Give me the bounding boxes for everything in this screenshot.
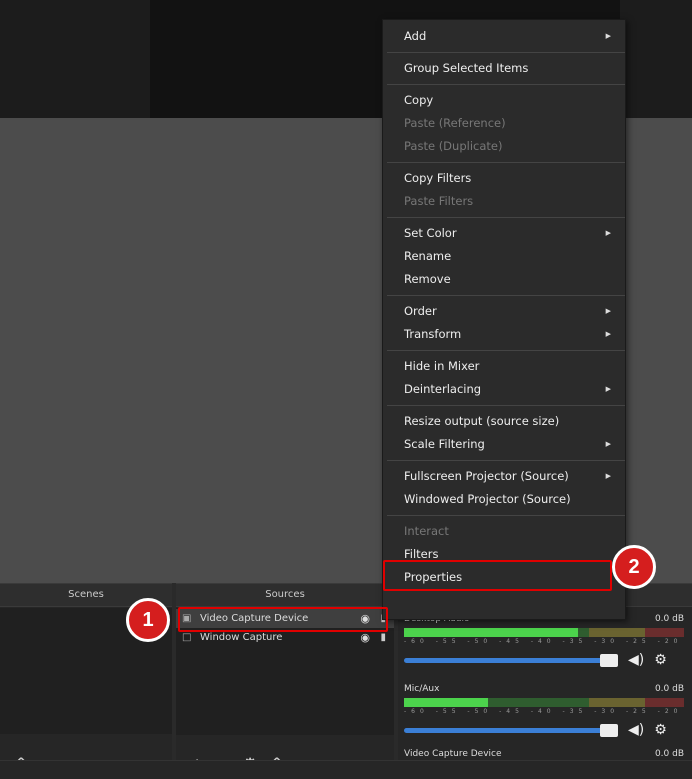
submenu-arrow-icon: ▶ <box>605 385 611 393</box>
window-icon: □ <box>182 632 192 643</box>
menu-item-paste-reference: Paste (Reference) <box>383 112 625 135</box>
menu-item-label: Scale Filtering <box>404 437 485 451</box>
menu-item-label: Transform <box>404 327 462 341</box>
volume-slider[interactable] <box>404 653 618 667</box>
menu-item-set-color[interactable]: Set Color ▶ <box>383 222 625 245</box>
menu-separator <box>387 515 625 516</box>
menu-separator <box>387 405 625 406</box>
menu-separator <box>387 460 625 461</box>
menu-item-label: Group Selected Items <box>404 61 529 75</box>
menu-item-label: Fullscreen Projector (Source) <box>404 469 569 483</box>
menu-item-label: Order <box>404 304 437 318</box>
menu-item-scale-filtering[interactable]: Scale Filtering ▶ <box>383 433 625 456</box>
menu-item-paste-filters: Paste Filters <box>383 190 625 213</box>
menu-item-label: Copy <box>404 93 434 107</box>
menu-separator <box>387 295 625 296</box>
menu-item-label: Paste (Duplicate) <box>404 139 503 153</box>
step-badge-1: 1 <box>126 598 170 642</box>
menu-item-copy-filters[interactable]: Copy Filters <box>383 167 625 190</box>
volume-slider-handle[interactable] <box>600 653 618 667</box>
menu-item-fullscreen-projector-source[interactable]: Fullscreen Projector (Source) ▶ <box>383 465 625 488</box>
volume-slider[interactable] <box>404 723 618 737</box>
submenu-arrow-icon: ▶ <box>605 440 611 448</box>
lock-icon[interactable]: ▮ <box>380 632 386 643</box>
menu-item-group-selected-items[interactable]: Group Selected Items <box>383 57 625 80</box>
meter-ticks: -60 -55 -50 -45 -40 -35 -30 -25 -20 -15 … <box>404 708 684 715</box>
gear-icon[interactable]: ⚙ <box>654 652 667 668</box>
menu-item-label: Remove <box>404 272 451 286</box>
source-name: Window Capture <box>200 632 283 643</box>
menu-item-label: Hide in Mixer <box>404 359 480 373</box>
menu-item-label: Deinterlacing <box>404 382 482 396</box>
submenu-arrow-icon: ▶ <box>605 229 611 237</box>
highlight-box-filters <box>383 560 612 591</box>
submenu-arrow-icon: ▶ <box>605 32 611 40</box>
menu-item-paste-duplicate: Paste (Duplicate) <box>383 135 625 158</box>
menu-item-deinterlacing[interactable]: Deinterlacing ▶ <box>383 378 625 401</box>
menu-separator <box>387 84 625 85</box>
menu-item-label: Resize output (source size) <box>404 414 560 428</box>
menu-item-label: Copy Filters <box>404 171 472 185</box>
menu-item-label: Paste Filters <box>404 194 474 208</box>
context-menu: Add ▶ Group Selected Items Copy Paste (Refer… <box>382 19 626 620</box>
menu-item-label: Windowed Projector (Source) <box>404 492 571 506</box>
volume-slider-handle[interactable] <box>600 723 618 737</box>
volume-meter <box>404 698 684 707</box>
mixer-channel-video-capture: Video Capture Device 0.0 dB <box>404 749 684 759</box>
menu-item-transform[interactable]: Transform ▶ <box>383 323 625 346</box>
mixer-channel-mic-aux: Mic/Aux 0.0 dB -60 -55 -50 -45 -40 -35 -… <box>404 684 684 738</box>
volume-meter <box>404 628 684 637</box>
menu-separator <box>387 217 625 218</box>
menu-item-label: Filters <box>404 547 439 561</box>
status-bar <box>0 760 692 779</box>
menu-item-order[interactable]: Order ▶ <box>383 300 625 323</box>
submenu-arrow-icon: ▶ <box>605 330 611 338</box>
menu-item-copy[interactable]: Copy <box>383 89 625 112</box>
submenu-arrow-icon: ▶ <box>605 472 611 480</box>
menu-separator <box>387 350 625 351</box>
step-badge-2: 2 <box>612 545 656 589</box>
menu-item-windowed-projector-source[interactable]: Windowed Projector (Source) <box>383 488 625 511</box>
meter-ticks: -60 -55 -50 -45 -40 -35 -30 -25 -20 -15 … <box>404 638 684 645</box>
menu-item-label: Add <box>404 29 427 43</box>
menu-item-label: Paste (Reference) <box>404 116 506 130</box>
menu-separator <box>387 52 625 53</box>
channel-name: Video Capture Device <box>404 749 502 759</box>
eye-icon[interactable]: ◉ <box>360 631 370 644</box>
menu-item-label: Rename <box>404 249 452 263</box>
menu-item-label: Set Color <box>404 226 457 240</box>
channel-name: Mic/Aux <box>404 684 440 694</box>
speaker-icon[interactable]: ◀) <box>628 722 644 738</box>
menu-item-hide-in-mixer[interactable]: Hide in Mixer <box>383 355 625 378</box>
menu-item-resize-output-source-size[interactable]: Resize output (source size) <box>383 410 625 433</box>
submenu-arrow-icon: ▶ <box>605 307 611 315</box>
menu-item-label: Interact <box>404 524 449 538</box>
sources-dock-title: Sources <box>176 584 394 607</box>
highlight-box-source <box>178 607 388 632</box>
menu-separator <box>387 162 625 163</box>
menu-item-rename[interactable]: Rename <box>383 245 625 268</box>
menu-item-remove[interactable]: Remove <box>383 268 625 291</box>
menu-item-interact: Interact <box>383 520 625 543</box>
channel-db: 0.0 dB <box>654 684 684 694</box>
menu-item-add[interactable]: Add ▶ <box>383 25 625 48</box>
channel-db: 0.0 dB <box>654 749 684 759</box>
speaker-icon[interactable]: ◀) <box>628 652 644 668</box>
mixer-channel-desktop-audio: Desktop Audio 0.0 dB -60 -55 -50 -45 -40… <box>404 614 684 668</box>
channel-db: 0.0 dB <box>654 614 684 624</box>
gear-icon[interactable]: ⚙ <box>654 722 667 738</box>
